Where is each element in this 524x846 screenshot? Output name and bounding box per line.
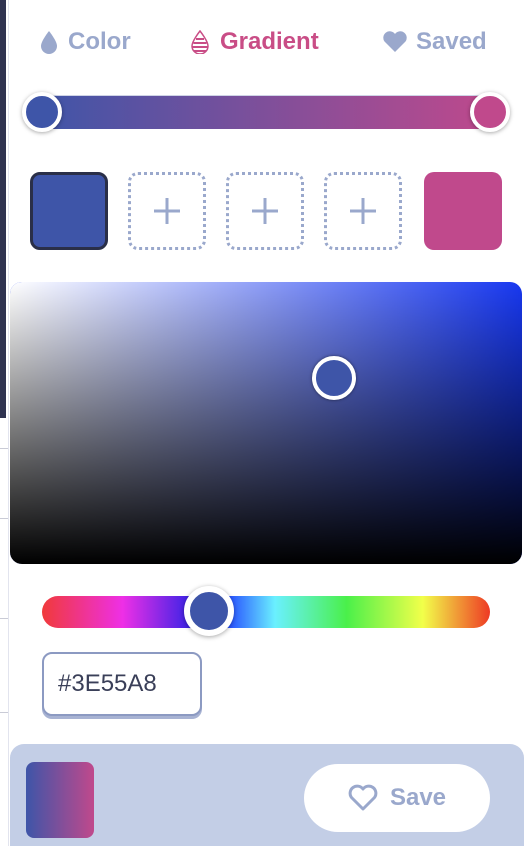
plus-icon bbox=[350, 198, 376, 224]
plus-icon bbox=[252, 198, 278, 224]
swatch-add[interactable] bbox=[324, 172, 402, 250]
tab-gradient-label: Gradient bbox=[220, 28, 319, 55]
saturation-value-field[interactable] bbox=[10, 282, 522, 564]
gradient-track[interactable] bbox=[34, 95, 498, 129]
tab-color[interactable]: Color bbox=[38, 24, 131, 60]
tab-gradient[interactable]: Gradient bbox=[190, 24, 319, 60]
divider bbox=[0, 518, 8, 519]
gradient-icon bbox=[190, 29, 212, 55]
divider bbox=[0, 712, 8, 713]
swatch-color[interactable] bbox=[424, 172, 502, 250]
gradient-preview bbox=[26, 762, 94, 838]
hue-slider-handle[interactable] bbox=[184, 586, 234, 636]
save-button[interactable]: Save bbox=[304, 764, 490, 832]
save-button-label: Save bbox=[389, 784, 447, 811]
window-edge bbox=[0, 0, 6, 418]
swatch-add[interactable] bbox=[226, 172, 304, 250]
gradient-stop-end[interactable] bbox=[470, 92, 510, 132]
tab-color-label: Color bbox=[68, 28, 131, 55]
plus-icon bbox=[154, 198, 180, 224]
heart-outline-icon bbox=[348, 784, 378, 811]
hue-slider[interactable] bbox=[42, 596, 490, 628]
swatch-add[interactable] bbox=[128, 172, 206, 250]
swatch-color-selected[interactable] bbox=[30, 172, 108, 250]
heart-icon bbox=[382, 30, 408, 54]
saturation-cursor[interactable] bbox=[312, 356, 356, 400]
droplet-icon bbox=[38, 30, 60, 54]
divider bbox=[0, 448, 8, 449]
gradient-stop-start[interactable] bbox=[22, 92, 62, 132]
hex-input[interactable] bbox=[42, 652, 202, 716]
divider bbox=[0, 618, 8, 619]
tab-saved-label: Saved bbox=[416, 28, 487, 55]
tab-saved[interactable]: Saved bbox=[382, 24, 487, 60]
